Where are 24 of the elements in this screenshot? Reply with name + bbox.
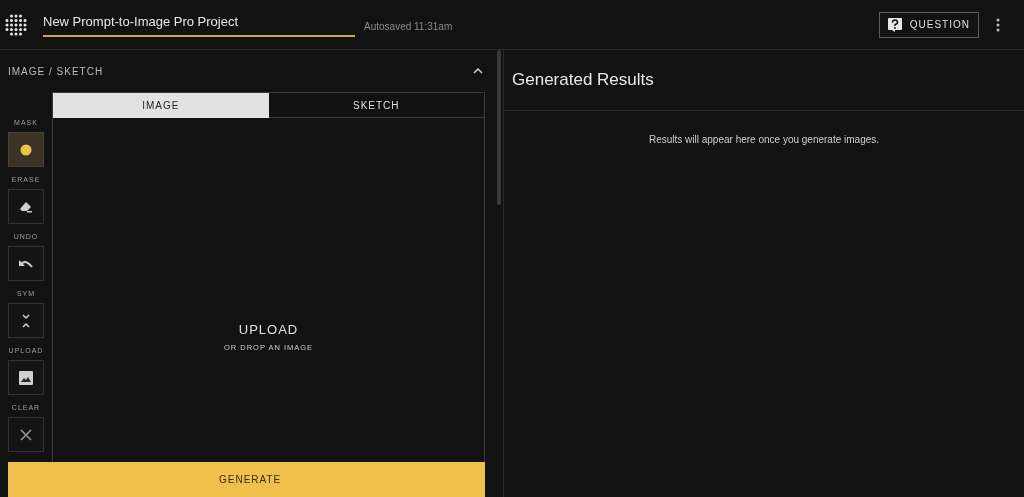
empty-message: Results will appear here once you generate images. [648, 133, 880, 147]
collapse-icon[interactable] [473, 68, 483, 74]
tool-button[interactable] [8, 132, 44, 167]
project-name-field[interactable]: New Prompt-to-Image Pro Project [43, 12, 355, 37]
undo-icon [18, 257, 34, 270]
question-button[interactable]: QUESTION [878, 11, 979, 38]
scrollbar-thumb[interactable] [497, 50, 501, 205]
autosave-status: Autosaved 11:31am [364, 20, 453, 34]
image-icon [19, 370, 33, 385]
eraser-icon [19, 200, 33, 213]
question-icon [887, 17, 902, 32]
generate-button[interactable]: GENERATE [8, 462, 485, 497]
dropzone-title: UPLOAD [238, 321, 299, 339]
dot-icon [20, 143, 32, 156]
more-icon[interactable] [996, 17, 1000, 32]
tool-button[interactable] [8, 246, 44, 281]
tool-button[interactable] [8, 360, 44, 395]
tab[interactable]: IMAGE [53, 93, 269, 118]
chevrons-icon [21, 313, 31, 328]
close-icon [20, 428, 32, 441]
results-title: Generated Results [512, 69, 654, 92]
tool-button[interactable] [8, 189, 44, 224]
logo-icon[interactable] [5, 13, 27, 36]
section-title: IMAGE / SKETCH [8, 64, 104, 79]
